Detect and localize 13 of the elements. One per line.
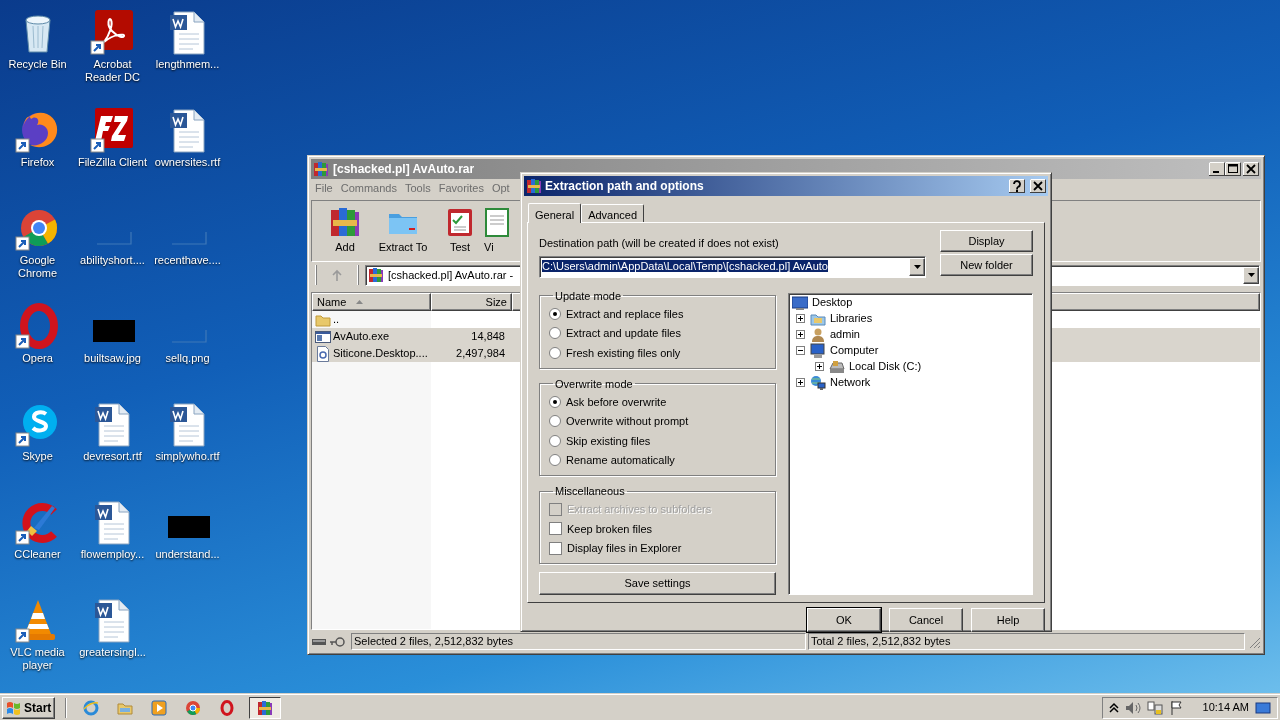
group-label: Update mode — [554, 288, 623, 304]
table-cell-text: AvAuto.exe — [333, 329, 390, 345]
group-label: Miscellaneous — [554, 484, 626, 499]
table-cell: 14,848 — [471, 330, 505, 343]
window-title: [cshacked.pl] AvAuto.rar — [333, 161, 476, 178]
table-cell: 2,497,984 — [456, 347, 505, 360]
window-title: Extraction path and options — [545, 178, 705, 195]
table-cell-text: Siticone.Desktop.... — [333, 346, 428, 362]
status-text: Selected 2 files, 2,512,832 bytes — [351, 633, 806, 650]
table-cell-text: .. — [333, 312, 340, 328]
field-label: Destination path (will be created if does not exist) — [539, 236, 780, 251]
group-label: Overwrite mode — [554, 376, 634, 392]
status-text: Total 2 files, 2,512,832 bytes — [808, 633, 1245, 650]
